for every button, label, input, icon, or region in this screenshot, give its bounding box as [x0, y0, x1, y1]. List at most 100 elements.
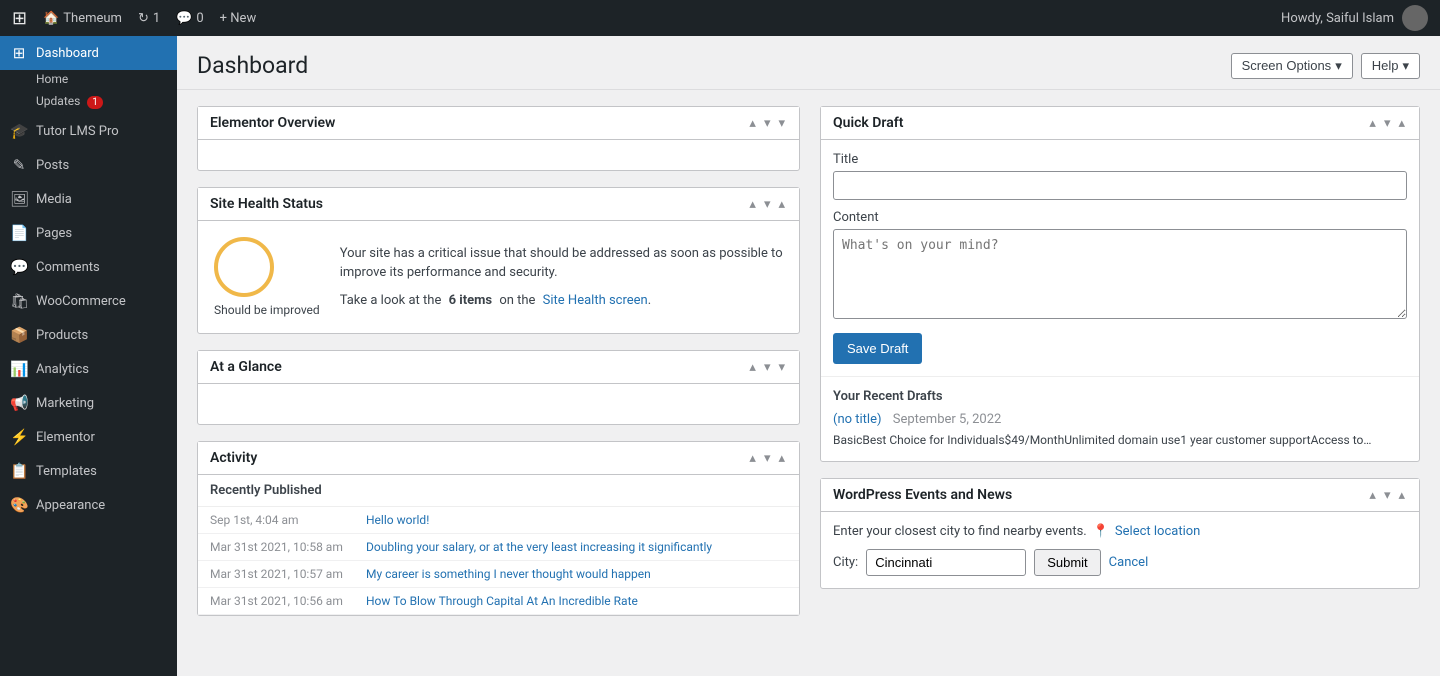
health-circle: [214, 237, 274, 297]
site-health-header: Site Health Status ▴ ▾ ▴: [198, 188, 799, 221]
activity-link-3[interactable]: How To Blow Through Capital At An Incred…: [366, 594, 638, 608]
sidebar-home[interactable]: Home: [0, 70, 177, 92]
sidebar-label-dashboard: Dashboard: [36, 46, 99, 61]
at-a-glance-up-btn[interactable]: ▴: [747, 359, 758, 375]
sidebar-item-appearance[interactable]: 🎨 Appearance: [0, 488, 177, 522]
wp-logo[interactable]: ⊞: [12, 8, 27, 29]
sidebar-updates[interactable]: Updates 1: [0, 92, 177, 114]
quick-draft-toggle-btn[interactable]: ▴: [1396, 115, 1407, 131]
widget-toggle-btn[interactable]: ▾: [776, 115, 787, 131]
avatar[interactable]: [1402, 5, 1428, 31]
activity-link-2[interactable]: My career is something I never thought w…: [366, 567, 651, 581]
draft-link[interactable]: (no title): [833, 412, 882, 427]
home-icon: 🏠: [43, 11, 59, 26]
events-location-text: Enter your closest city to find nearby e…: [833, 524, 1087, 539]
title-field-group: Title: [833, 152, 1407, 200]
activity-controls: ▴ ▾ ▴: [747, 450, 787, 466]
site-health-link[interactable]: Site Health screen: [543, 293, 648, 308]
sidebar-item-media[interactable]: 🖼 Media: [0, 182, 177, 216]
events-toggle-btn[interactable]: ▴: [1396, 487, 1407, 503]
activity-link-1[interactable]: Doubling your salary, or at the very lea…: [366, 540, 712, 554]
main-content: Dashboard Screen Options ▾ Help ▾ Ele: [177, 36, 1440, 676]
health-cta: Take a look at the 6 items on the Site H…: [340, 291, 783, 311]
sidebar-item-comments[interactable]: 💬 Comments: [0, 250, 177, 284]
select-location-link[interactable]: Select location: [1115, 524, 1200, 539]
user-greeting: Howdy, Saiful Islam: [1281, 11, 1394, 26]
recently-published-label: Recently Published: [198, 475, 799, 507]
sidebar-item-tutor-lms[interactable]: 🎓 Tutor LMS Pro: [0, 114, 177, 148]
woocommerce-icon: 🛍: [10, 292, 28, 310]
sidebar-item-templates[interactable]: 📋 Templates: [0, 454, 177, 488]
location-pin-icon: 📍: [1093, 524, 1109, 539]
events-location-row: Enter your closest city to find nearby e…: [833, 524, 1407, 539]
activity-up-btn[interactable]: ▴: [747, 450, 758, 466]
city-input[interactable]: [866, 549, 1026, 576]
site-health-up-btn[interactable]: ▴: [747, 196, 758, 212]
activity-down-btn[interactable]: ▾: [762, 450, 773, 466]
at-a-glance-widget: At a Glance ▴ ▾ ▾: [197, 350, 800, 425]
sidebar-item-analytics[interactable]: 📊 Analytics: [0, 352, 177, 386]
at-a-glance-down-btn[interactable]: ▾: [762, 359, 773, 375]
sidebar-item-posts[interactable]: ✎ Posts: [0, 148, 177, 182]
events-body: Enter your closest city to find nearby e…: [821, 512, 1419, 588]
quick-draft-widget: Quick Draft ▴ ▾ ▴ Title Cont: [820, 106, 1420, 462]
activity-title: Activity: [210, 450, 257, 466]
activity-link-0[interactable]: Hello world!: [366, 513, 429, 527]
events-widget: WordPress Events and News ▴ ▾ ▴ Enter yo…: [820, 478, 1420, 589]
activity-date-3: Mar 31st 2021, 10:56 am: [210, 594, 350, 608]
widget-collapse-up-btn[interactable]: ▴: [747, 115, 758, 131]
draft-content-input[interactable]: [833, 229, 1407, 319]
table-row: Mar 31st 2021, 10:57 am My career is som…: [198, 561, 799, 588]
site-health-body: Should be improved Your site has a criti…: [198, 221, 799, 333]
quick-draft-down-btn[interactable]: ▾: [1382, 115, 1393, 131]
table-row: Sep 1st, 4:04 am Hello world!: [198, 507, 799, 534]
save-draft-button[interactable]: Save Draft: [833, 333, 922, 364]
adminbar-site-name[interactable]: 🏠 Themeum: [43, 11, 122, 26]
events-up-btn[interactable]: ▴: [1367, 487, 1378, 503]
adminbar-updates[interactable]: ↻ 1: [138, 11, 160, 26]
adminbar-new[interactable]: + New: [220, 11, 257, 26]
title-field-label: Title: [833, 152, 1407, 167]
activity-toggle-btn[interactable]: ▴: [776, 450, 787, 466]
health-status-indicator: Should be improved: [214, 237, 320, 317]
health-message: Your site has a critical issue that shou…: [340, 244, 783, 283]
updates-count-icon: ↻: [138, 11, 149, 26]
adminbar-comments[interactable]: 💬 0: [176, 11, 204, 26]
chevron-down-icon: ▾: [1335, 58, 1342, 74]
sidebar-item-products[interactable]: 📦 Products: [0, 318, 177, 352]
sidebar-item-elementor[interactable]: ⚡ Elementor: [0, 420, 177, 454]
quick-draft-header: Quick Draft ▴ ▾ ▴: [821, 107, 1419, 140]
table-row: Mar 31st 2021, 10:58 am Doubling your sa…: [198, 534, 799, 561]
elementor-overview-widget: Elementor Overview ▴ ▾ ▾: [197, 106, 800, 171]
page-title: Dashboard: [197, 52, 308, 79]
sidebar-item-woocommerce[interactable]: 🛍 WooCommerce: [0, 284, 177, 318]
quick-draft-title: Quick Draft: [833, 115, 903, 131]
screen-options-button[interactable]: Screen Options ▾: [1231, 53, 1353, 79]
activity-date-1: Mar 31st 2021, 10:58 am: [210, 540, 350, 554]
site-health-toggle-btn[interactable]: ▴: [776, 196, 787, 212]
elementor-overview-title: Elementor Overview: [210, 115, 335, 131]
events-header: WordPress Events and News ▴ ▾ ▴: [821, 479, 1419, 512]
content-field-group: Content: [833, 210, 1407, 323]
site-health-controls: ▴ ▾ ▴: [747, 196, 787, 212]
pages-icon: 📄: [10, 224, 28, 242]
sidebar-item-pages[interactable]: 📄 Pages: [0, 216, 177, 250]
at-a-glance-toggle-btn[interactable]: ▾: [776, 359, 787, 375]
widget-collapse-down-btn[interactable]: ▾: [762, 115, 773, 131]
cancel-link[interactable]: Cancel: [1109, 555, 1149, 570]
draft-date: September 5, 2022: [893, 412, 1002, 427]
help-button[interactable]: Help ▾: [1361, 53, 1420, 79]
events-down-btn[interactable]: ▾: [1382, 487, 1393, 503]
recent-drafts-title: Your Recent Drafts: [833, 389, 1407, 404]
sidebar-item-dashboard[interactable]: ⊞ Dashboard: [0, 36, 177, 70]
health-items-count: 6 items: [449, 293, 493, 308]
elementor-overview-header: Elementor Overview ▴ ▾ ▾: [198, 107, 799, 140]
at-a-glance-title: At a Glance: [210, 359, 282, 375]
sidebar-item-marketing[interactable]: 📢 Marketing: [0, 386, 177, 420]
site-health-down-btn[interactable]: ▾: [762, 196, 773, 212]
city-row: City: Submit Cancel: [833, 549, 1407, 576]
draft-title-input[interactable]: [833, 171, 1407, 200]
quick-draft-up-btn[interactable]: ▴: [1367, 115, 1378, 131]
submit-button[interactable]: Submit: [1034, 549, 1100, 576]
chevron-down-icon-help: ▾: [1402, 58, 1409, 74]
